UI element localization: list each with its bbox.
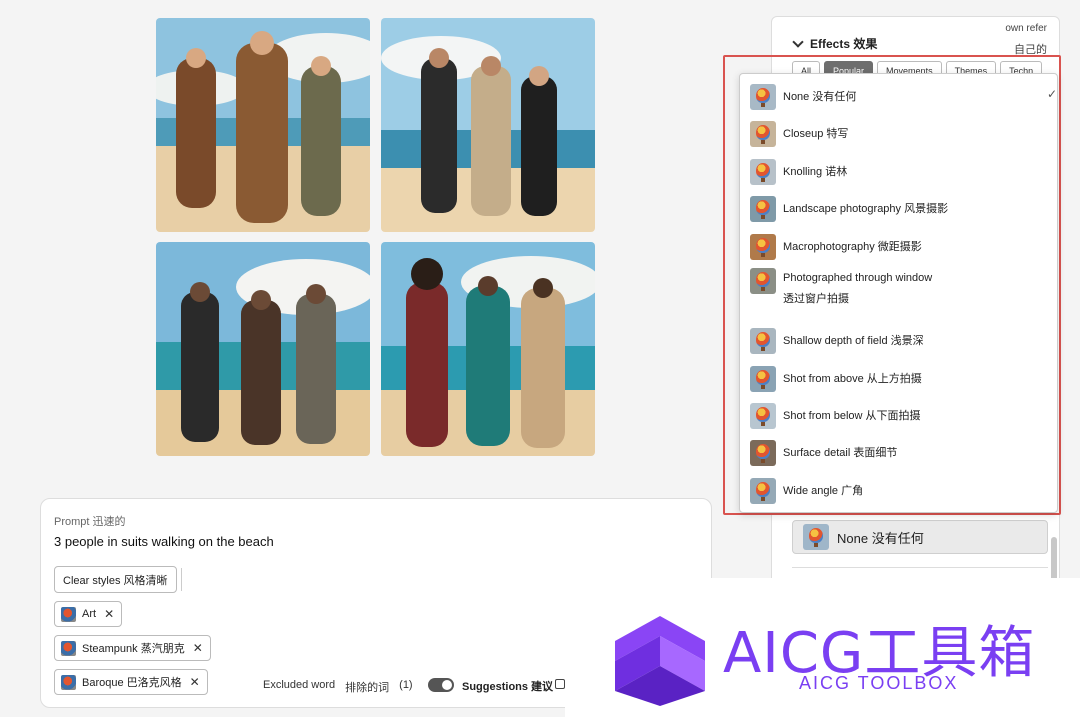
aicg-logo-icon bbox=[615, 616, 705, 706]
dropdown-option-shallow-dof[interactable]: Shallow depth of field 浅景深 bbox=[750, 328, 924, 354]
suggestions-toggle[interactable] bbox=[428, 678, 454, 692]
hot-air-balloon-icon bbox=[750, 440, 776, 466]
clear-styles-button[interactable]: Clear styles 风格清晰 bbox=[54, 566, 177, 593]
hot-air-balloon-icon bbox=[750, 328, 776, 354]
generated-image-2[interactable] bbox=[381, 18, 595, 232]
dropdown-option-shot-above[interactable]: Shot from above 从上方拍摄 bbox=[750, 366, 922, 392]
excluded-words-link[interactable]: Excluded word 排除的词 (1) bbox=[263, 679, 413, 695]
effects-title: Effects 效果 bbox=[810, 37, 878, 51]
dropdown-option-through-window[interactable]: Photographed through window 透过窗户拍摄 bbox=[750, 268, 932, 310]
selected-effect-label: None 没有任何 bbox=[837, 530, 924, 546]
checkmark-icon: ✓ bbox=[1046, 87, 1057, 101]
suggestions-label: Suggestions 建议 bbox=[462, 681, 554, 693]
prompt-input[interactable]: 3 people in suits walking on the beach bbox=[54, 534, 274, 549]
style-chip-steampunk: Steampunk 蒸汽朋克 ✕ bbox=[54, 635, 211, 661]
watermark-subtitle: AICG TOOLBOX bbox=[799, 673, 959, 693]
hot-air-balloon-icon bbox=[750, 366, 776, 392]
hot-air-balloon-icon bbox=[750, 403, 776, 429]
dropdown-option-landscape[interactable]: Landscape photography 风景摄影 bbox=[750, 196, 948, 222]
watermark: AICG工具箱 AICG TOOLBOX bbox=[565, 578, 1080, 717]
dropdown-option-knolling[interactable]: Knolling 诺林 bbox=[750, 159, 847, 185]
style-chip-baroque: Baroque 巴洛克风格 ✕ bbox=[54, 669, 208, 695]
dropdown-option-macro[interactable]: Macrophotography 微距摄影 bbox=[750, 234, 922, 260]
remove-chip-icon[interactable]: ✕ bbox=[193, 641, 203, 655]
style-thumbnail-icon bbox=[61, 606, 76, 622]
style-chip-art: Art ✕ bbox=[54, 601, 123, 627]
divider bbox=[792, 567, 1048, 568]
dropdown-option-none[interactable]: None 没有任何 bbox=[750, 84, 856, 110]
remove-chip-icon[interactable]: ✕ bbox=[190, 675, 200, 689]
hot-air-balloon-icon bbox=[803, 524, 829, 550]
dropdown-option-wide-angle[interactable]: Wide angle 广角 bbox=[750, 478, 863, 504]
divider bbox=[181, 568, 182, 591]
effects-dropdown: ✓ None 没有任何 Closeup 特写 Knolling 诺林 Lands… bbox=[739, 73, 1058, 513]
effects-section-header[interactable]: Effects 效果 bbox=[792, 35, 878, 52]
hot-air-balloon-icon bbox=[750, 234, 776, 260]
hot-air-balloon-icon bbox=[750, 84, 776, 110]
selected-effect-select[interactable]: None 没有任何 bbox=[792, 520, 1048, 554]
own-reference-label: own refer bbox=[1005, 23, 1047, 34]
prompt-label: Prompt 迅速的 bbox=[54, 516, 126, 528]
hot-air-balloon-icon bbox=[750, 268, 776, 294]
style-thumbnail-icon bbox=[61, 674, 76, 690]
copy-icon[interactable] bbox=[555, 679, 565, 689]
style-thumbnail-icon bbox=[61, 640, 76, 656]
hot-air-balloon-icon bbox=[750, 121, 776, 147]
dropdown-option-closeup[interactable]: Closeup 特写 bbox=[750, 121, 848, 147]
remove-chip-icon[interactable]: ✕ bbox=[104, 607, 114, 621]
hot-air-balloon-icon bbox=[750, 478, 776, 504]
generated-image-3[interactable] bbox=[156, 242, 370, 456]
dropdown-option-shot-below[interactable]: Shot from below 从下面拍摄 bbox=[750, 403, 921, 429]
generated-image-4[interactable] bbox=[381, 242, 595, 456]
chevron-down-icon bbox=[792, 35, 804, 48]
dropdown-option-surface-detail[interactable]: Surface detail 表面细节 bbox=[750, 440, 897, 466]
hot-air-balloon-icon bbox=[750, 196, 776, 222]
generated-image-1[interactable] bbox=[156, 18, 370, 232]
hot-air-balloon-icon bbox=[750, 159, 776, 185]
